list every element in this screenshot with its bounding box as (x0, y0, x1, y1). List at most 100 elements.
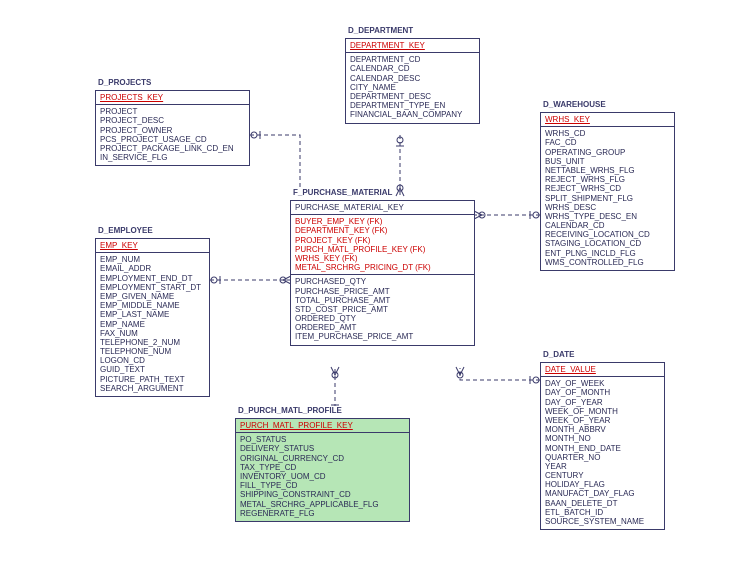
column: FINANCIAL_BAAN_COMPANY (350, 110, 475, 119)
foreign-key: DEPARTMENT_KEY (FK) (295, 226, 470, 235)
column: PURCHASED_QTY (295, 277, 470, 286)
primary-key: PROJECTS_KEY (96, 91, 249, 105)
column: EMAIL_ADDR (100, 264, 205, 273)
column: PROJECT (100, 107, 245, 116)
column: EMP_MIDDLE_NAME (100, 301, 205, 310)
column: TAX_TYPE_CD (240, 463, 405, 472)
column-list: PROJECT PROJECT_DESC PROJECT_OWNER PCS_P… (96, 105, 249, 165)
entity-title: D_DEPARTMENT (346, 26, 415, 38)
er-diagram-canvas: D_PROJECTS PROJECTS_KEY PROJECT PROJECT_… (0, 0, 733, 563)
column: OPERATING_GROUP (545, 148, 670, 157)
primary-key: PURCHASE_MATERIAL_KEY (291, 201, 474, 215)
foreign-key: PROJECT_KEY (FK) (295, 236, 470, 245)
entity-d-employee[interactable]: D_EMPLOYEE EMP_KEY EMP_NUM EMAIL_ADDR EM… (95, 238, 210, 397)
column: ITEM_PURCHASE_PRICE_AMT (295, 332, 470, 341)
primary-key: DEPARTMENT_KEY (346, 39, 479, 53)
column: NETTABLE_WRHS_FLG (545, 166, 670, 175)
column: TELEPHONE_NUM (100, 347, 205, 356)
column: ETL_BATCH_ID (545, 508, 660, 517)
column: MANUFACT_DAY_FLAG (545, 489, 660, 498)
column: SHIPPING_CONSTRAINT_CD (240, 490, 405, 499)
column: STD_COST_PRICE_AMT (295, 305, 470, 314)
column: ORDERED_QTY (295, 314, 470, 323)
column: EMP_LAST_NAME (100, 310, 205, 319)
column: TELEPHONE_2_NUM (100, 338, 205, 347)
foreign-key: METAL_SRCHRG_PRICING_DT (FK) (291, 263, 474, 275)
column: DAY_OF_WEEK (545, 379, 660, 388)
entity-d-projects[interactable]: D_PROJECTS PROJECTS_KEY PROJECT PROJECT_… (95, 90, 250, 166)
column: CENTURY (545, 471, 660, 480)
column: BAAN_DELETE_DT (545, 499, 660, 508)
column: GUID_TEXT (100, 365, 205, 374)
column: MONTH_ABBRV (545, 425, 660, 434)
entity-title: F_PURCHASE_MATERIAL (291, 188, 394, 200)
column-list: BUYER_EMP_KEY (FK) DEPARTMENT_KEY (FK) P… (291, 215, 474, 344)
entity-title: D_EMPLOYEE (96, 226, 155, 238)
column: WEEK_OF_YEAR (545, 416, 660, 425)
column: WRHS_TYPE_DESC_EN (545, 212, 670, 221)
column: PROJECT_DESC (100, 116, 245, 125)
column: CITY_NAME (350, 83, 475, 92)
column: MONTH_NO (545, 434, 660, 443)
column: PROJECT_OWNER (100, 126, 245, 135)
column: EMP_NUM (100, 255, 205, 264)
entity-d-department[interactable]: D_DEPARTMENT DEPARTMENT_KEY DEPARTMENT_C… (345, 38, 480, 124)
column-list: DEPARTMENT_CD CALENDAR_CD CALENDAR_DESC … (346, 53, 479, 122)
column: PCS_PROJECT_USAGE_CD (100, 135, 245, 144)
column: ENT_PLNG_INCLD_FLG (545, 249, 670, 258)
column: HOLIDAY_FLAG (545, 480, 660, 489)
column: FILL_TYPE_CD (240, 481, 405, 490)
column: PROJECT_PACKAGE_LINK_CD_EN (100, 144, 245, 153)
foreign-key: PURCH_MATL_PROFILE_KEY (FK) (295, 245, 470, 254)
column: PURCHASE_PRICE_AMT (295, 287, 470, 296)
column: STAGING_LOCATION_CD (545, 239, 670, 248)
column: FAC_CD (545, 138, 670, 147)
entity-d-warehouse[interactable]: D_WAREHOUSE WRHS_KEY WRHS_CD FAC_CD OPER… (540, 112, 675, 271)
column: WEEK_OF_MONTH (545, 407, 660, 416)
primary-key: EMP_KEY (96, 239, 209, 253)
column: FAX_NUM (100, 329, 205, 338)
column-list: DAY_OF_WEEK DAY_OF_MONTH DAY_OF_YEAR WEE… (541, 377, 664, 529)
primary-key: WRHS_KEY (541, 113, 674, 127)
column: EMPLOYMENT_START_DT (100, 283, 205, 292)
column: METAL_SRCHRG_APPLICABLE_FLG (240, 500, 405, 509)
column: DAY_OF_MONTH (545, 388, 660, 397)
entity-d-date[interactable]: D_DATE DATE_VALUE DAY_OF_WEEK DAY_OF_MON… (540, 362, 665, 530)
column-list: EMP_NUM EMAIL_ADDR EMPLOYMENT_END_DT EMP… (96, 253, 209, 396)
column: CALENDAR_CD (545, 221, 670, 230)
column: INVENTORY_UOM_CD (240, 472, 405, 481)
primary-key: PURCH_MATL_PROFILE_KEY (236, 419, 409, 433)
entity-f-purchase-material[interactable]: F_PURCHASE_MATERIAL PURCHASE_MATERIAL_KE… (290, 200, 475, 346)
column: EMP_NAME (100, 320, 205, 329)
column: WMS_CONTROLLED_FLG (545, 258, 670, 267)
column: ORIGINAL_CURRENCY_CD (240, 454, 405, 463)
column: BUS_UNIT (545, 157, 670, 166)
column: RECEIVING_LOCATION_CD (545, 230, 670, 239)
column: MONTH_END_DATE (545, 444, 660, 453)
column: DELIVERY_STATUS (240, 444, 405, 453)
foreign-key: WRHS_KEY (FK) (295, 254, 470, 263)
column: DAY_OF_YEAR (545, 398, 660, 407)
column: WRHS_CD (545, 129, 670, 138)
column: LOGON_CD (100, 356, 205, 365)
entity-title: D_PROJECTS (96, 78, 153, 90)
entity-title: D_PURCH_MATL_PROFILE (236, 406, 344, 418)
column: EMP_GIVEN_NAME (100, 292, 205, 301)
column: TOTAL_PURCHASE_AMT (295, 296, 470, 305)
entity-title: D_WAREHOUSE (541, 100, 608, 112)
column: SOURCE_SYSTEM_NAME (545, 517, 660, 526)
column: IN_SERVICE_FLG (100, 153, 245, 162)
entity-d-purch-matl-profile[interactable]: D_PURCH_MATL_PROFILE PURCH_MATL_PROFILE_… (235, 418, 410, 522)
column: DEPARTMENT_CD (350, 55, 475, 64)
column: CALENDAR_DESC (350, 74, 475, 83)
column: REJECT_WRHS_CD (545, 184, 670, 193)
column: DEPARTMENT_DESC (350, 92, 475, 101)
entity-title: D_DATE (541, 350, 576, 362)
column: PO_STATUS (240, 435, 405, 444)
column-list: WRHS_CD FAC_CD OPERATING_GROUP BUS_UNIT … (541, 127, 674, 270)
column: SEARCH_ARGUMENT (100, 384, 205, 393)
column: CALENDAR_CD (350, 64, 475, 73)
column: EMPLOYMENT_END_DT (100, 274, 205, 283)
column: SPLIT_SHIPMENT_FLG (545, 194, 670, 203)
foreign-key: BUYER_EMP_KEY (FK) (295, 217, 470, 226)
